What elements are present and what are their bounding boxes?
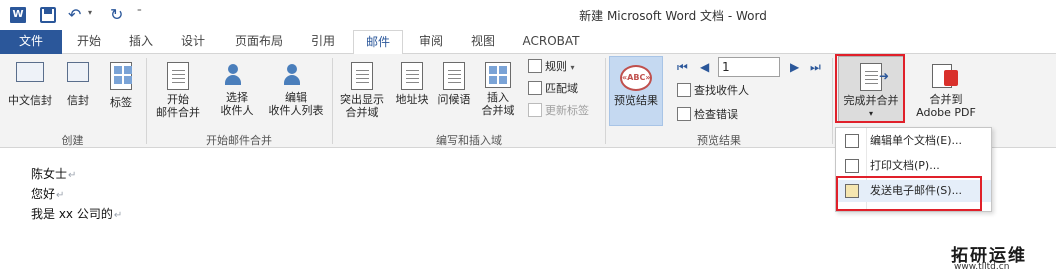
greeting-line-icon	[443, 62, 465, 90]
tab-references[interactable]: 引用	[306, 30, 340, 54]
document-line: 我是 xx 公司的↵	[31, 207, 123, 221]
ribbon-tabs: 文件 开始 插入 设计 页面布局 引用 邮件 审阅 视图 ACROBAT	[0, 30, 1056, 55]
watermark-url: www.tlltd.cn	[954, 262, 1010, 272]
address-block-icon	[401, 62, 423, 90]
check-errors-button[interactable]: 检查错误	[677, 106, 738, 124]
start-mail-merge-button[interactable]: 开始 邮件合并	[150, 62, 206, 119]
highlight-merge-fields-button[interactable]: 突出显示 合并域	[336, 62, 388, 119]
envelope-icon	[16, 62, 44, 82]
merge-to-adobe-pdf-button[interactable]: 合并到 Adobe PDF	[910, 62, 982, 119]
finish-button-highlight	[835, 54, 905, 123]
document-line: 陈女士↵	[31, 167, 77, 181]
tab-file[interactable]: 文件	[0, 30, 62, 54]
group-label-preview: 预览结果	[697, 134, 741, 147]
tab-insert[interactable]: 插入	[124, 30, 158, 54]
tab-review[interactable]: 审阅	[414, 30, 448, 54]
update-labels-button: 更新标签	[528, 102, 589, 120]
find-recipient-button[interactable]: 查找收件人	[677, 82, 749, 100]
tab-home[interactable]: 开始	[72, 30, 106, 54]
chinese-envelope-button[interactable]: 中文信封	[4, 62, 56, 107]
group-label-write-insert: 编写和插入域	[436, 134, 502, 147]
update-labels-icon	[528, 103, 542, 117]
tab-view[interactable]: 视图	[466, 30, 500, 54]
highlight-fields-icon	[351, 62, 373, 90]
envelopes-button[interactable]: 信封	[60, 62, 96, 107]
labels-button[interactable]: 标签	[102, 62, 140, 109]
preview-results-button[interactable]: «ABC» 预览结果	[609, 56, 663, 126]
check-errors-icon	[677, 107, 691, 121]
match-fields-icon	[528, 81, 542, 95]
printer-icon	[845, 159, 859, 173]
document-icon	[167, 62, 189, 90]
group-label-start-merge: 开始邮件合并	[206, 134, 272, 147]
title-bar: W ↶ ▾ ↻ ⁼ 新建 Microsoft Word 文档 - Word	[0, 0, 1056, 30]
window-title: 新建 Microsoft Word 文档 - Word	[579, 9, 767, 23]
abc-preview-icon: «ABC»	[620, 65, 652, 91]
adobe-pdf-icon	[932, 62, 960, 90]
last-record-icon[interactable]: ⏭	[810, 60, 821, 75]
group-divider	[832, 58, 833, 144]
previous-record-icon[interactable]: ◀	[700, 60, 709, 74]
envelope-icon	[67, 62, 89, 82]
find-recipient-icon	[677, 83, 691, 97]
labels-icon	[110, 62, 132, 90]
edit-recipients-icon	[282, 62, 310, 88]
match-fields-button[interactable]: 匹配域	[528, 80, 578, 98]
menu-item-edit-individual-documents[interactable]: 编辑单个文档(E)...	[836, 130, 991, 152]
document-line: 您好↵	[31, 187, 65, 201]
select-recipients-button[interactable]: 选择 收件人	[212, 62, 262, 117]
group-label-create: 创建	[61, 134, 84, 147]
rules-button[interactable]: 规则 ▾	[528, 58, 575, 76]
tab-mailings[interactable]: 邮件	[353, 30, 403, 55]
tab-design[interactable]: 设计	[176, 30, 210, 54]
rules-icon	[528, 59, 542, 73]
next-record-icon[interactable]: ▶	[790, 60, 799, 74]
tab-acrobat[interactable]: ACROBAT	[518, 30, 584, 54]
address-block-button[interactable]: 地址块	[390, 62, 434, 106]
edit-recipient-list-button[interactable]: 编辑 收件人列表	[264, 62, 328, 117]
recipients-icon	[223, 62, 251, 88]
greeting-line-button[interactable]: 问候语	[432, 62, 476, 106]
chevron-down-icon: ▾	[570, 63, 575, 72]
record-number-input[interactable]: 1	[718, 57, 780, 77]
insert-field-icon	[485, 62, 511, 88]
edit-documents-icon	[845, 134, 859, 148]
first-record-icon[interactable]: ⏮	[677, 60, 688, 75]
tab-page-layout[interactable]: 页面布局	[228, 30, 290, 54]
send-email-highlight	[836, 176, 982, 211]
menu-item-print-documents[interactable]: 打印文档(P)...	[836, 155, 991, 177]
insert-merge-field-button[interactable]: 插入 合并域	[474, 62, 522, 117]
